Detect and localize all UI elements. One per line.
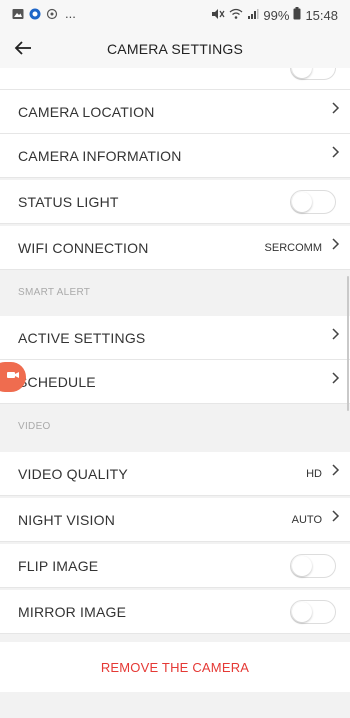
wifi-connection-label: WIFI CONNECTION [18, 240, 149, 256]
chevron-right-icon [332, 463, 340, 482]
status-bar-right: 99% 15:48 [211, 7, 338, 23]
battery-percentage: 99% [263, 7, 290, 23]
night-vision-label: NIGHT VISION [18, 512, 116, 528]
status-bar: ... 99% 15:48 [0, 0, 350, 30]
mirror-image-toggle[interactable] [290, 600, 336, 624]
page-title: CAMERA SETTINGS [106, 41, 244, 57]
video-quality-item[interactable]: VIDEO QUALITY HD [0, 452, 350, 496]
section-header-video: VIDEO [0, 404, 350, 448]
status-light-label: STATUS LIGHT [18, 194, 119, 210]
section-label: VIDEO [18, 421, 51, 432]
video-quality-value: HD [306, 468, 322, 480]
status-light-item: STATUS LIGHT [0, 180, 350, 224]
toggle-partial[interactable] [290, 68, 336, 80]
chevron-right-icon [332, 237, 340, 256]
scrollbar[interactable] [347, 276, 349, 411]
toggle-knob [292, 191, 312, 212]
chevron-right-icon [332, 145, 340, 164]
chevron-right-icon [332, 101, 340, 120]
chevron-right-icon [332, 509, 340, 528]
chevron-right-icon [332, 371, 340, 390]
blue-circle-icon [29, 8, 41, 20]
night-vision-item[interactable]: NIGHT VISION AUTO [0, 498, 350, 542]
chevron-right-icon [332, 327, 340, 346]
flip-image-toggle[interactable] [290, 554, 336, 578]
status-light-toggle[interactable] [290, 190, 336, 214]
settings-list[interactable]: CAMERA LOCATION CAMERA INFORMATION STATU… [0, 68, 350, 718]
section-header-smart-alert: SMART ALERT [0, 270, 350, 314]
remove-camera-button[interactable]: REMOVE THE CAMERA [0, 642, 350, 692]
wifi-connection-value: SERCOMM [264, 242, 322, 254]
video-quality-label: VIDEO QUALITY [18, 466, 128, 482]
mirror-image-label: MIRROR IMAGE [18, 604, 127, 620]
toggle-knob [292, 68, 312, 78]
schedule-item[interactable]: SCHEDULE [0, 360, 350, 404]
list-item-partial[interactable] [0, 68, 350, 90]
mirror-image-item: MIRROR IMAGE [0, 590, 350, 634]
active-settings-label: ACTIVE SETTINGS [18, 330, 146, 346]
section-label: SMART ALERT [18, 287, 91, 298]
camera-location-item[interactable]: CAMERA LOCATION [0, 90, 350, 134]
status-overflow-dots: ... [65, 6, 76, 21]
remove-camera-label: REMOVE THE CAMERA [100, 660, 250, 675]
mute-icon [211, 8, 225, 23]
sync-icon [46, 8, 58, 20]
status-bar-left: ... [12, 6, 76, 21]
header: CAMERA SETTINGS [0, 30, 350, 68]
toggle-knob [292, 601, 312, 622]
flip-image-item: FLIP IMAGE [0, 544, 350, 588]
gallery-icon [12, 8, 24, 20]
wifi-connection-item[interactable]: WIFI CONNECTION SERCOMM [0, 226, 350, 270]
toggle-knob [292, 555, 312, 576]
flip-image-label: FLIP IMAGE [18, 558, 99, 574]
camera-information-label: CAMERA INFORMATION [18, 148, 182, 164]
clock: 15:48 [305, 7, 338, 23]
camera-information-item[interactable]: CAMERA INFORMATION [0, 134, 350, 178]
camera-location-label: CAMERA LOCATION [18, 104, 155, 120]
schedule-label: SCHEDULE [18, 374, 96, 390]
active-settings-item[interactable]: ACTIVE SETTINGS [0, 316, 350, 360]
signal-icon [247, 8, 259, 23]
battery-icon [293, 7, 301, 23]
night-vision-value: AUTO [291, 514, 322, 526]
wifi-icon [229, 8, 243, 23]
video-camera-icon [6, 368, 20, 386]
